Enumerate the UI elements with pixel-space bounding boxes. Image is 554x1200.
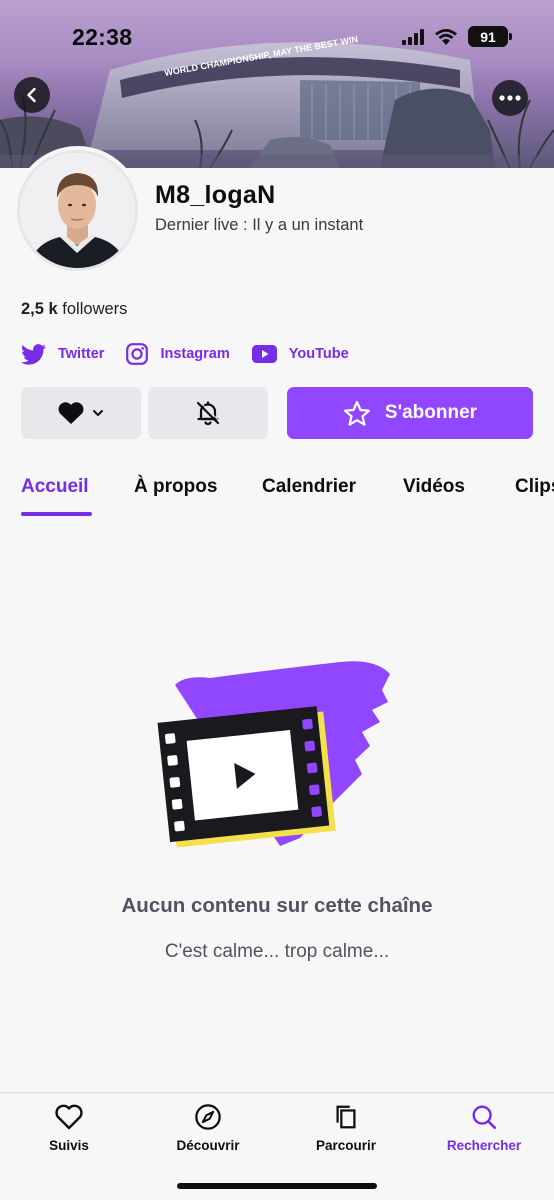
channel-tabs: Accueil À propos Calendrier Vidéos Clips	[0, 460, 554, 520]
chevron-down-icon	[93, 410, 103, 416]
social-label-youtube: YouTube	[288, 346, 349, 362]
social-link-youtube[interactable]: YouTube	[251, 345, 349, 363]
tab-home[interactable]: Accueil	[21, 476, 89, 498]
tab-videos[interactable]: Vidéos	[403, 476, 465, 498]
follow-button[interactable]	[21, 387, 141, 439]
nav-label-browse: Parcourir	[315, 1138, 377, 1153]
compass-icon	[195, 1104, 221, 1130]
empty-state-illustration	[157, 661, 390, 848]
nav-following[interactable]: Suivis	[0, 1103, 138, 1153]
nav-search[interactable]: Rechercher	[415, 1103, 553, 1153]
channel-name: M8_logaN	[155, 181, 276, 209]
tab-clips[interactable]: Clips	[515, 476, 554, 498]
active-tab-indicator	[21, 512, 92, 516]
social-links: Twitter Instagram YouTube	[21, 340, 371, 368]
bell-off-icon	[196, 400, 221, 426]
battery-indicator: 91	[468, 26, 512, 47]
social-link-twitter[interactable]: Twitter	[21, 343, 105, 365]
more-options-button[interactable]	[492, 80, 528, 116]
wifi-icon	[435, 29, 457, 45]
nav-label-search: Rechercher	[446, 1138, 522, 1153]
status-time: 22:38	[72, 24, 133, 50]
empty-state-title: Aucun contenu sur cette chaîne	[121, 894, 433, 917]
followers-number: 2,5 k	[21, 300, 58, 318]
social-link-instagram[interactable]: Instagram	[126, 343, 230, 365]
signal-icon	[402, 28, 424, 45]
star-icon	[343, 400, 371, 426]
nav-discover[interactable]: Découvrir	[139, 1103, 277, 1153]
empty-state-subtitle: C'est calme... trop calme...	[164, 941, 390, 962]
tab-about[interactable]: À propos	[134, 476, 217, 498]
social-label-instagram: Instagram	[160, 346, 230, 362]
avatar-image	[20, 153, 135, 268]
chevron-left-icon	[27, 87, 36, 103]
more-icon	[499, 95, 521, 101]
heart-icon	[55, 1104, 83, 1130]
heart-icon	[58, 402, 84, 424]
avatar[interactable]	[17, 150, 138, 271]
youtube-icon	[251, 345, 277, 363]
status-icons: 91	[402, 26, 512, 47]
subscribe-label: S'abonner	[384, 402, 478, 423]
notifications-button[interactable]	[148, 387, 268, 439]
browse-icon	[336, 1105, 356, 1129]
home-indicator	[177, 1183, 377, 1189]
twitter-icon	[21, 343, 46, 365]
social-label-twitter: Twitter	[58, 346, 105, 362]
followers-count: 2,5 k followers	[21, 300, 127, 319]
nav-browse[interactable]: Parcourir	[277, 1103, 415, 1153]
nav-label-following: Suivis	[49, 1138, 89, 1153]
last-live-text: Dernier live : Il y a un instant	[155, 216, 364, 234]
search-icon	[472, 1105, 497, 1130]
followers-label: followers	[62, 300, 128, 318]
nav-label-discover: Découvrir	[176, 1138, 240, 1153]
tab-schedule[interactable]: Calendrier	[262, 476, 356, 498]
status-bar: 22:38 91	[0, 0, 554, 76]
subscribe-button[interactable]: S'abonner	[287, 387, 533, 439]
back-button[interactable]	[14, 77, 50, 113]
instagram-icon	[126, 343, 149, 365]
